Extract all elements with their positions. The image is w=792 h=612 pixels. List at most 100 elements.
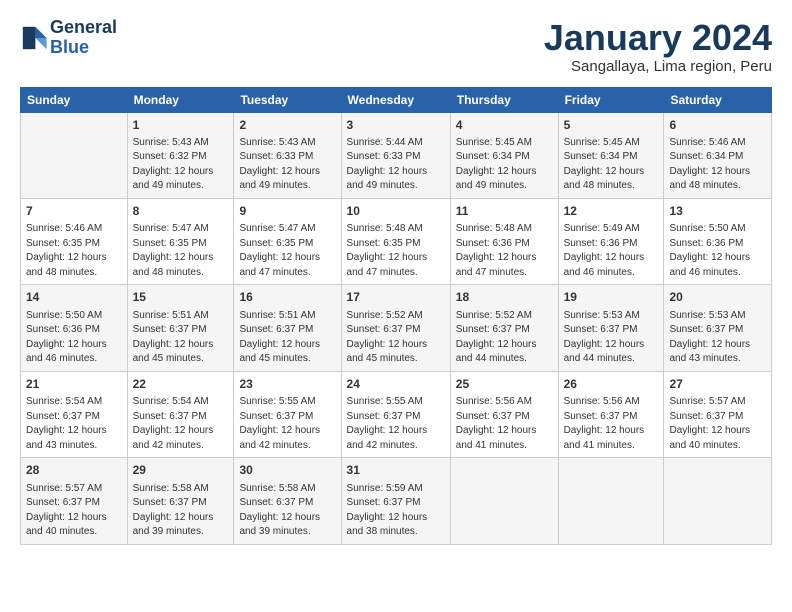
day-info: Sunrise: 5:43 AM: [133, 136, 229, 151]
day-info: Sunset: 6:35 PM: [26, 237, 122, 252]
day-number: 26: [564, 376, 659, 393]
day-info: and 46 minutes.: [669, 266, 766, 281]
day-info: Daylight: 12 hours: [239, 511, 335, 526]
day-number: 21: [26, 376, 122, 393]
day-info: Daylight: 12 hours: [26, 424, 122, 439]
day-number: 7: [26, 203, 122, 220]
day-info: Sunset: 6:37 PM: [347, 323, 445, 338]
day-info: Sunset: 6:37 PM: [133, 323, 229, 338]
day-info: and 48 minutes.: [26, 266, 122, 281]
calendar-cell: 2Sunrise: 5:43 AMSunset: 6:33 PMDaylight…: [234, 112, 341, 198]
day-info: Sunrise: 5:47 AM: [133, 222, 229, 237]
day-info: Sunrise: 5:52 AM: [456, 309, 553, 324]
calendar-row: 7Sunrise: 5:46 AMSunset: 6:35 PMDaylight…: [21, 198, 772, 284]
day-info: Sunset: 6:34 PM: [456, 150, 553, 165]
day-number: 31: [347, 462, 445, 479]
day-info: Sunset: 6:37 PM: [564, 410, 659, 425]
calendar-cell: 17Sunrise: 5:52 AMSunset: 6:37 PMDayligh…: [341, 285, 450, 371]
header-row: SundayMondayTuesdayWednesdayThursdayFrid…: [21, 87, 772, 112]
day-info: Sunrise: 5:45 AM: [564, 136, 659, 151]
calendar-cell: 31Sunrise: 5:59 AMSunset: 6:37 PMDayligh…: [341, 458, 450, 544]
day-number: 20: [669, 289, 766, 306]
calendar-cell: 30Sunrise: 5:58 AMSunset: 6:37 PMDayligh…: [234, 458, 341, 544]
calendar-cell: 22Sunrise: 5:54 AMSunset: 6:37 PMDayligh…: [127, 371, 234, 457]
calendar-cell: 28Sunrise: 5:57 AMSunset: 6:37 PMDayligh…: [21, 458, 128, 544]
day-number: 19: [564, 289, 659, 306]
day-info: and 42 minutes.: [347, 439, 445, 454]
day-info: and 49 minutes.: [133, 179, 229, 194]
calendar-row: 1Sunrise: 5:43 AMSunset: 6:32 PMDaylight…: [21, 112, 772, 198]
calendar-cell: 26Sunrise: 5:56 AMSunset: 6:37 PMDayligh…: [558, 371, 664, 457]
day-info: and 43 minutes.: [26, 439, 122, 454]
day-info: Daylight: 12 hours: [456, 424, 553, 439]
calendar-row: 28Sunrise: 5:57 AMSunset: 6:37 PMDayligh…: [21, 458, 772, 544]
day-info: and 47 minutes.: [239, 266, 335, 281]
day-info: and 40 minutes.: [26, 525, 122, 540]
day-info: Sunrise: 5:48 AM: [347, 222, 445, 237]
day-number: 1: [133, 117, 229, 134]
day-info: Sunrise: 5:47 AM: [239, 222, 335, 237]
calendar-cell: 23Sunrise: 5:55 AMSunset: 6:37 PMDayligh…: [234, 371, 341, 457]
day-info: and 46 minutes.: [564, 266, 659, 281]
day-info: Sunset: 6:35 PM: [347, 237, 445, 252]
calendar-cell: 13Sunrise: 5:50 AMSunset: 6:36 PMDayligh…: [664, 198, 772, 284]
day-info: Sunrise: 5:43 AM: [239, 136, 335, 151]
day-info: Sunrise: 5:55 AM: [347, 395, 445, 410]
day-info: Daylight: 12 hours: [347, 165, 445, 180]
day-info: and 39 minutes.: [133, 525, 229, 540]
day-info: Daylight: 12 hours: [133, 338, 229, 353]
day-number: 4: [456, 117, 553, 134]
day-number: 3: [347, 117, 445, 134]
day-info: Daylight: 12 hours: [347, 424, 445, 439]
day-info: Sunset: 6:37 PM: [456, 323, 553, 338]
day-info: Sunset: 6:36 PM: [26, 323, 122, 338]
day-info: Daylight: 12 hours: [26, 511, 122, 526]
day-number: 12: [564, 203, 659, 220]
calendar-cell: 1Sunrise: 5:43 AMSunset: 6:32 PMDaylight…: [127, 112, 234, 198]
day-info: and 48 minutes.: [133, 266, 229, 281]
logo-text: General Blue: [50, 18, 117, 58]
day-info: Sunset: 6:36 PM: [456, 237, 553, 252]
col-header-sunday: Sunday: [21, 87, 128, 112]
day-info: and 42 minutes.: [239, 439, 335, 454]
col-header-wednesday: Wednesday: [341, 87, 450, 112]
col-header-thursday: Thursday: [450, 87, 558, 112]
day-info: Sunset: 6:36 PM: [564, 237, 659, 252]
day-info: Sunrise: 5:59 AM: [347, 482, 445, 497]
calendar-cell: 24Sunrise: 5:55 AMSunset: 6:37 PMDayligh…: [341, 371, 450, 457]
day-info: Sunset: 6:37 PM: [456, 410, 553, 425]
day-number: 8: [133, 203, 229, 220]
day-info: Daylight: 12 hours: [564, 338, 659, 353]
day-info: Daylight: 12 hours: [133, 511, 229, 526]
day-info: Sunrise: 5:44 AM: [347, 136, 445, 151]
day-info: and 49 minutes.: [239, 179, 335, 194]
calendar-cell: 21Sunrise: 5:54 AMSunset: 6:37 PMDayligh…: [21, 371, 128, 457]
day-info: and 44 minutes.: [564, 352, 659, 367]
day-info: Sunrise: 5:56 AM: [456, 395, 553, 410]
day-info: Sunset: 6:37 PM: [669, 410, 766, 425]
day-info: Sunrise: 5:46 AM: [669, 136, 766, 151]
day-info: Daylight: 12 hours: [26, 251, 122, 266]
col-header-friday: Friday: [558, 87, 664, 112]
day-info: and 44 minutes.: [456, 352, 553, 367]
day-info: and 46 minutes.: [26, 352, 122, 367]
day-info: Sunrise: 5:49 AM: [564, 222, 659, 237]
calendar-table: SundayMondayTuesdayWednesdayThursdayFrid…: [20, 87, 772, 545]
day-info: Sunrise: 5:46 AM: [26, 222, 122, 237]
day-info: and 39 minutes.: [239, 525, 335, 540]
day-info: Sunrise: 5:48 AM: [456, 222, 553, 237]
calendar-cell: 6Sunrise: 5:46 AMSunset: 6:34 PMDaylight…: [664, 112, 772, 198]
day-number: 15: [133, 289, 229, 306]
day-info: Sunrise: 5:54 AM: [26, 395, 122, 410]
day-number: 2: [239, 117, 335, 134]
day-info: Daylight: 12 hours: [133, 165, 229, 180]
day-info: and 40 minutes.: [669, 439, 766, 454]
day-number: 10: [347, 203, 445, 220]
calendar-cell: 18Sunrise: 5:52 AMSunset: 6:37 PMDayligh…: [450, 285, 558, 371]
day-info: Sunset: 6:37 PM: [133, 496, 229, 511]
calendar-cell: 4Sunrise: 5:45 AMSunset: 6:34 PMDaylight…: [450, 112, 558, 198]
day-info: Sunrise: 5:58 AM: [133, 482, 229, 497]
logo-icon: [20, 24, 48, 52]
calendar-cell: 15Sunrise: 5:51 AMSunset: 6:37 PMDayligh…: [127, 285, 234, 371]
day-info: Sunset: 6:33 PM: [239, 150, 335, 165]
